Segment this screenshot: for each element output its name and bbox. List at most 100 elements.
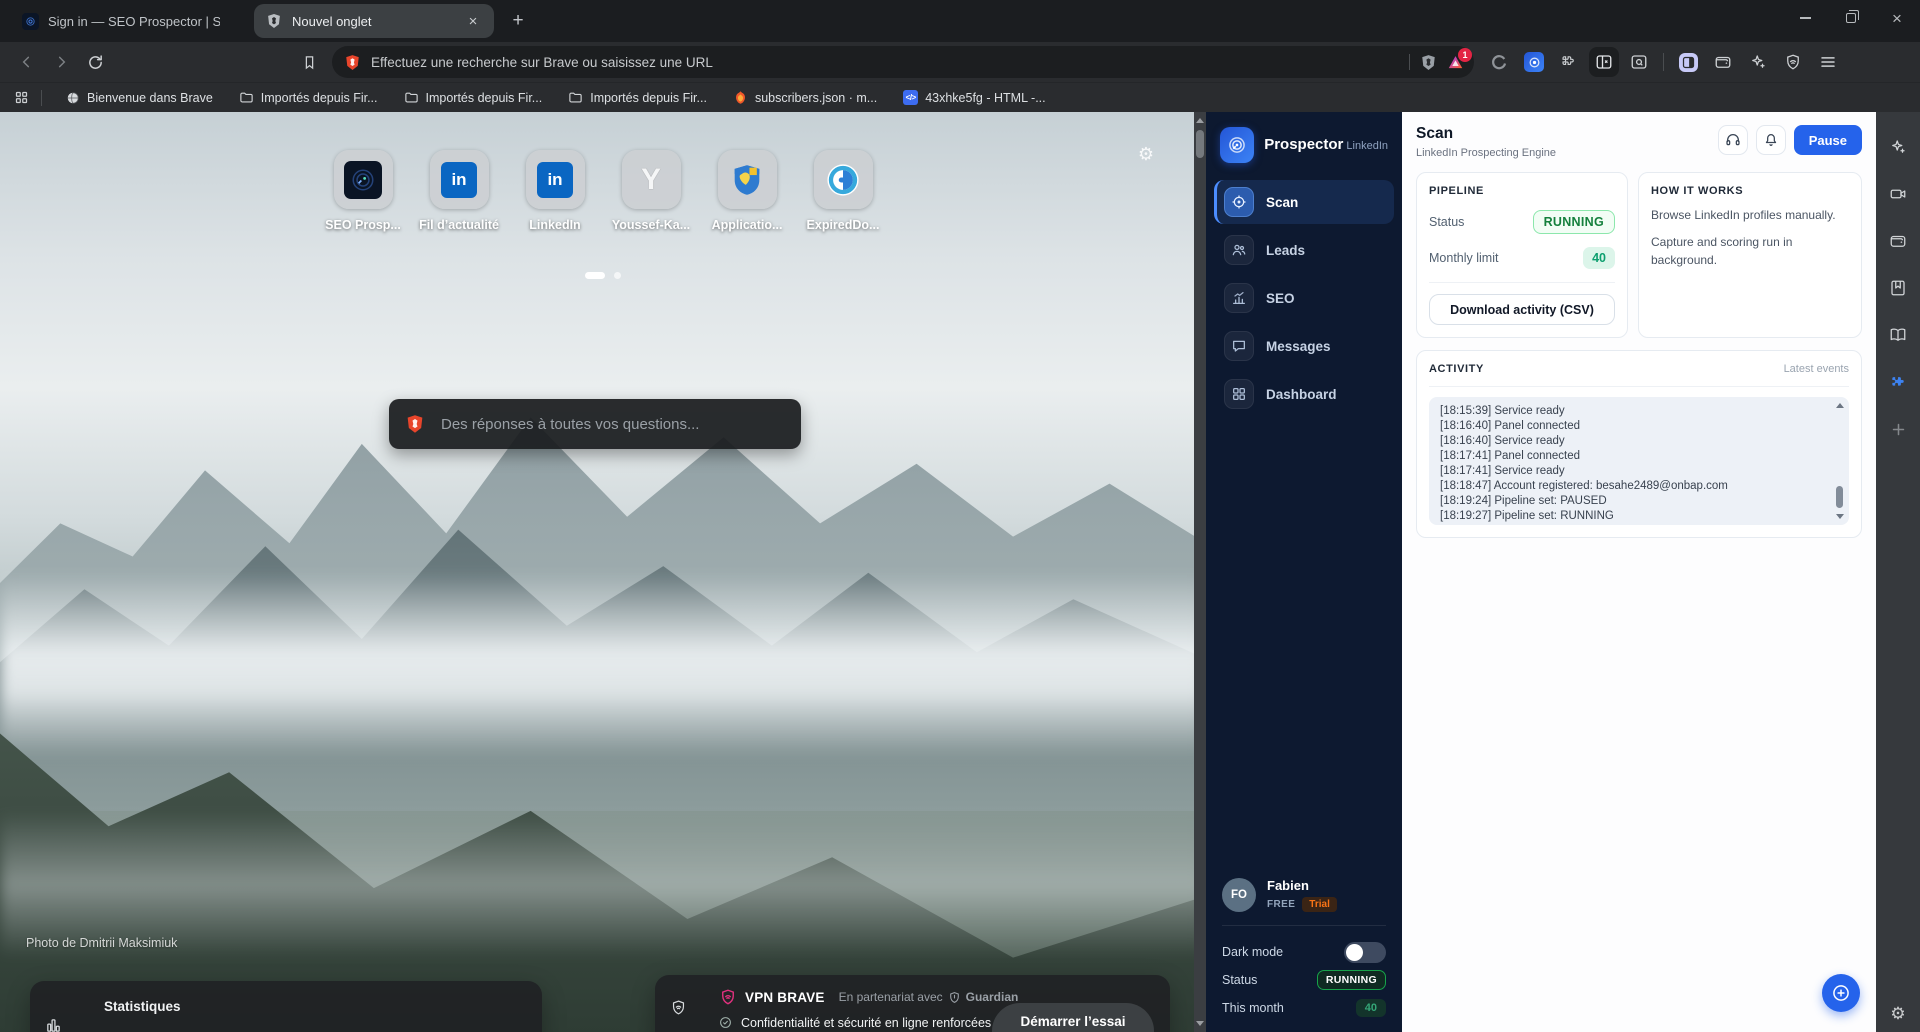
pager-dot-active[interactable] <box>585 272 605 279</box>
bookmark-item[interactable]: </> 43xhke5fg - HTML -... <box>895 87 1053 108</box>
shortcut-application[interactable]: Applicatio... <box>708 150 786 232</box>
brave-shields-icon[interactable] <box>1420 54 1437 71</box>
background-photo <box>0 112 1206 1032</box>
code-file-icon: </> <box>903 90 918 105</box>
bookmark-folder[interactable]: Importés depuis Fir... <box>231 87 386 108</box>
linkedin-icon: in <box>537 162 573 198</box>
shortcut-expireddomains[interactable]: ExpiredDo... <box>804 150 882 232</box>
photo-credit[interactable]: Photo de Dmitrii Maksimiuk <box>26 936 177 950</box>
menu-hamburger-icon[interactable] <box>1813 47 1843 77</box>
divider <box>1222 925 1386 926</box>
vpn-shield-icon[interactable] <box>1778 47 1808 77</box>
shield-wifi-icon[interactable] <box>670 999 687 1016</box>
scroll-down-arrow[interactable] <box>1836 514 1844 519</box>
prospector-logo-icon <box>344 161 382 199</box>
how-it-works-card: HOW IT WORKS Browse LinkedIn profiles ma… <box>1638 172 1862 338</box>
reading-list-icon[interactable] <box>1881 318 1915 352</box>
sidebar-item-messages[interactable]: Messages <box>1214 324 1394 368</box>
forward-button[interactable] <box>46 47 76 77</box>
dark-mode-toggle[interactable] <box>1344 942 1386 963</box>
bookmark-folder[interactable]: Importés depuis Fir... <box>396 87 551 108</box>
close-sidebar-panel-icon[interactable] <box>1589 47 1619 77</box>
divider <box>1429 386 1849 387</box>
prospector-extension-icon[interactable] <box>1519 47 1549 77</box>
brave-talk-camera-icon[interactable] <box>1881 177 1915 211</box>
monthly-limit-badge: 40 <box>1583 247 1615 269</box>
pause-button[interactable]: Pause <box>1794 125 1862 155</box>
tab-close-icon[interactable]: × <box>464 12 482 30</box>
extensions-puzzle-icon[interactable] <box>1554 47 1584 77</box>
scrollbar-thumb[interactable] <box>1196 130 1204 158</box>
status-row: Status RUNNING <box>1222 966 1386 994</box>
y-logo-icon: Y <box>641 163 661 197</box>
minimize-button[interactable] <box>1782 0 1828 36</box>
scroll-down-arrow[interactable] <box>1196 1021 1204 1026</box>
month-count-badge: 40 <box>1356 999 1386 1017</box>
close-button[interactable]: × <box>1874 0 1920 36</box>
dark-mode-row: Dark mode <box>1222 938 1386 966</box>
brave-shield-icon <box>405 414 425 434</box>
floating-add-button[interactable] <box>1822 974 1860 1012</box>
status-badge: RUNNING <box>1317 970 1386 990</box>
address-bar[interactable]: Effectuez une recherche sur Brave ou sai… <box>332 46 1474 78</box>
start-free-trial-button[interactable]: Démarrer l’essai gratuit <box>992 1003 1154 1032</box>
brave-search-box[interactable]: Des réponses à toutes vos questions... <box>389 399 801 449</box>
add-panel-plus-icon[interactable] <box>1881 412 1915 446</box>
leo-ai-sparkles-icon[interactable] <box>1881 130 1915 164</box>
sidebar-settings-gear-icon[interactable]: ⚙ <box>1890 1004 1905 1024</box>
stats-title: Statistiques <box>104 999 542 1014</box>
leo-ai-sparkles-icon[interactable] <box>1743 47 1773 77</box>
tab-seo-prospector[interactable]: Sign in — SEO Prospector | SEO Pros <box>10 4 240 38</box>
new-tab-button[interactable]: + <box>504 7 532 35</box>
shortcut-linkedin[interactable]: in LinkedIn <box>516 150 594 232</box>
wallet-icon[interactable] <box>1881 224 1915 258</box>
page-scrollbar[interactable] <box>1194 112 1206 1032</box>
wallet-icon[interactable] <box>1708 47 1738 77</box>
bookmark-item[interactable]: Bienvenue dans Brave <box>58 88 221 108</box>
activity-log[interactable]: [18:15:39] Service ready [18:16:40] Pane… <box>1429 397 1849 525</box>
download-csv-button[interactable]: Download activity (CSV) <box>1429 294 1615 325</box>
folder-icon <box>568 90 583 105</box>
firefox-file-icon <box>733 90 748 105</box>
scrollbar-thumb[interactable] <box>1836 486 1843 508</box>
sidebar-item-scan[interactable]: Scan <box>1214 180 1394 224</box>
stats-widget: Statistiques 5 906 Traqueurs et pubs blo… <box>30 981 542 1032</box>
bookmark-this-tab-icon[interactable] <box>294 47 324 77</box>
extension-panel-puzzle-icon[interactable] <box>1881 365 1915 399</box>
sidebar-item-dashboard[interactable]: Dashboard <box>1214 372 1394 416</box>
sidebar-panel-active-icon[interactable] <box>1673 47 1703 77</box>
extension-ring-icon[interactable] <box>1484 47 1514 77</box>
dashboard-grid-icon <box>1224 379 1254 409</box>
top-sites-pager[interactable] <box>585 272 621 279</box>
pager-dot[interactable] <box>614 272 621 279</box>
search-panel-icon[interactable] <box>1624 47 1654 77</box>
shortcut-fil-actualite[interactable]: in Fil d’actualité <box>420 150 498 232</box>
divider <box>41 90 42 106</box>
user-profile[interactable]: FO Fabien FREE Trial <box>1222 878 1386 912</box>
sidebar-item-seo[interactable]: SEO <box>1214 276 1394 320</box>
sidebar-item-leads[interactable]: Leads <box>1214 228 1394 272</box>
scroll-up-arrow[interactable] <box>1196 118 1204 123</box>
shortcut-youssef[interactable]: Y Youssef-Ka... <box>612 150 690 232</box>
bookmark-folder[interactable]: Importés depuis Fir... <box>560 87 715 108</box>
tab-nouvel-onglet[interactable]: Nouvel onglet × <box>254 4 494 38</box>
bookmark-item[interactable]: subscribers.json · m... <box>725 87 885 108</box>
check-circle-icon <box>719 1016 732 1029</box>
notifications-bell-button[interactable] <box>1756 125 1786 155</box>
bookmarks-icon[interactable] <box>1881 271 1915 305</box>
users-icon <box>1224 235 1254 265</box>
scroll-up-arrow[interactable] <box>1836 403 1844 408</box>
brave-rewards-icon[interactable]: 1 <box>1447 54 1464 71</box>
brave-search-shield-icon <box>344 54 361 71</box>
reload-button[interactable] <box>80 47 110 77</box>
newtab-settings-gear-icon[interactable]: ⚙ <box>1138 144 1154 165</box>
activity-card: ACTIVITY Latest events [18:15:39] Servic… <box>1416 350 1862 538</box>
log-scrollbar[interactable] <box>1834 400 1846 522</box>
apps-grid-icon[interactable] <box>14 90 29 105</box>
bar-chart-icon[interactable] <box>45 1017 62 1032</box>
shortcut-seo-prospector[interactable]: SEO Prosp... <box>324 150 402 232</box>
restore-button[interactable] <box>1828 0 1874 36</box>
address-bar-placeholder: Effectuez une recherche sur Brave ou sai… <box>371 55 1409 70</box>
back-button[interactable] <box>12 47 42 77</box>
support-headset-button[interactable] <box>1718 125 1748 155</box>
